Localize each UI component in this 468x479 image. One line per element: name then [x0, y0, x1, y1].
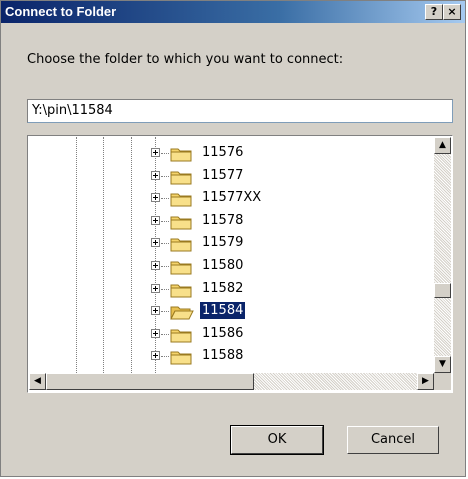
plus-expander-icon[interactable]	[151, 329, 160, 338]
tree-connector-line	[161, 243, 169, 244]
close-button[interactable]: ×	[443, 4, 461, 20]
tree-folder-label[interactable]: 11586	[200, 325, 245, 342]
cancel-button[interactable]: Cancel	[347, 426, 439, 454]
tree-connector-line	[161, 289, 169, 290]
arrow-down-icon[interactable]: ▼	[434, 356, 451, 373]
folder-icon	[170, 193, 192, 207]
tree-folder-item[interactable]: 11576	[29, 142, 435, 164]
tree-folder-item[interactable]: 11588	[29, 345, 435, 367]
horizontal-scroll-thumb[interactable]	[46, 373, 254, 390]
tree-folder-label[interactable]: 11577	[200, 167, 245, 184]
tree-folder-label[interactable]: 11579	[200, 234, 245, 251]
plus-expander-icon[interactable]	[151, 216, 160, 225]
folder-icon	[170, 148, 192, 162]
folder-icon	[170, 351, 192, 365]
arrow-right-icon[interactable]: ▶	[417, 373, 434, 390]
folder-tree[interactable]: 11576 11577 11577XX 11578 11579 11580 11582 115…	[27, 135, 453, 393]
tree-folder-item[interactable]: 11580	[29, 255, 435, 277]
folder-icon	[170, 306, 194, 320]
tree-folder-item[interactable]: 11577	[29, 165, 435, 187]
tree-folder-item[interactable]: 11586	[29, 323, 435, 345]
horizontal-scrollbar[interactable]: ◀ ▶	[29, 373, 434, 390]
plus-expander-icon[interactable]	[151, 171, 160, 180]
plus-expander-icon[interactable]	[151, 306, 160, 315]
tree-folder-item[interactable]: 11579	[29, 232, 435, 254]
tree-viewport: 11576 11577 11577XX 11578 11579 11580 11582 115…	[29, 137, 435, 373]
folder-icon	[170, 329, 192, 343]
tree-folder-label[interactable]: 11578	[200, 212, 245, 229]
tree-folder-label[interactable]: 11584	[198, 301, 247, 320]
arrow-left-icon[interactable]: ◀	[29, 373, 46, 390]
folder-icon	[170, 171, 192, 185]
tree-connector-line	[161, 311, 169, 312]
folder-icon	[170, 284, 192, 298]
folder-icon	[170, 261, 192, 275]
plus-expander-icon[interactable]	[151, 351, 160, 360]
tree-folder-label[interactable]: 11582	[200, 280, 245, 297]
tree-connector-line	[161, 266, 169, 267]
ok-button[interactable]: OK	[231, 426, 323, 454]
scrollbar-corner	[434, 373, 451, 390]
plus-expander-icon[interactable]	[151, 193, 160, 202]
plus-expander-icon[interactable]	[151, 238, 160, 247]
help-button[interactable]: ?	[425, 4, 443, 20]
tree-connector-line	[161, 356, 169, 357]
tree-connector-line	[161, 334, 169, 335]
tree-folder-item[interactable]: 11584	[29, 300, 435, 322]
connect-to-folder-dialog: Connect to Folder ? × Choose the folder …	[0, 0, 466, 477]
tree-folder-item[interactable]: 11578	[29, 210, 435, 232]
plus-expander-icon[interactable]	[151, 148, 160, 157]
title-bar[interactable]: Connect to Folder ? ×	[1, 1, 465, 23]
folder-icon	[170, 238, 192, 252]
tree-folder-item[interactable]: 11577XX	[29, 187, 435, 209]
tree-folder-label[interactable]: 11576	[200, 144, 245, 161]
folder-path-input[interactable]: Y:\pin\11584	[27, 99, 453, 123]
folder-icon	[170, 216, 192, 230]
tree-folder-label[interactable]: 11588	[200, 347, 245, 364]
tree-folder-item[interactable]: 11582	[29, 278, 435, 300]
arrow-up-icon[interactable]: ▲	[434, 137, 451, 154]
tree-connector-line	[161, 176, 169, 177]
tree-connector-line	[161, 221, 169, 222]
vertical-scrollbar[interactable]: ▲ ▼	[434, 137, 451, 373]
vertical-scroll-thumb[interactable]	[434, 283, 451, 298]
tree-connector-line	[161, 198, 169, 199]
dialog-title: Connect to Folder	[5, 4, 117, 19]
tree-folder-label[interactable]: 11580	[200, 257, 245, 274]
plus-expander-icon[interactable]	[151, 284, 160, 293]
tree-folder-label[interactable]: 11577XX	[200, 189, 263, 206]
prompt-text: Choose the folder to which you want to c…	[27, 52, 344, 67]
plus-expander-icon[interactable]	[151, 261, 160, 270]
tree-connector-line	[161, 153, 169, 154]
